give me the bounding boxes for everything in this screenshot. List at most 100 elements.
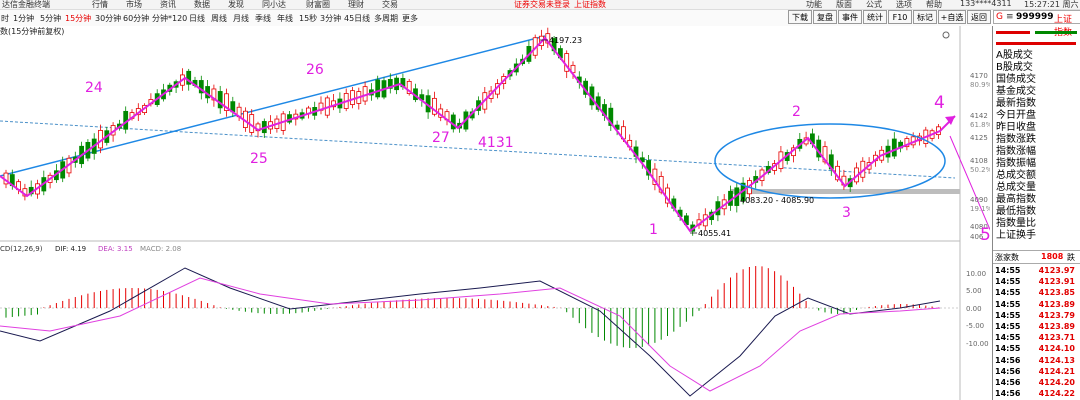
top-menu-bar: 达信金融终端 行情 市场 资讯 数据 发现 同小达 财富圈 理财 交易 证券交易… [0, 0, 1080, 10]
statistics-button[interactable]: 统计 [863, 10, 887, 24]
price-axis-label: 4125 [970, 134, 988, 142]
f10-button[interactable]: F10 [888, 10, 912, 24]
range-label: 4083.20 - 4085.90 [740, 196, 814, 205]
macd-dif: DIF: 4.19 [55, 245, 86, 253]
menu-item-tongxiaoda[interactable]: 同小达 [262, 0, 286, 10]
menu-item-news[interactable]: 资讯 [160, 0, 176, 10]
quote-field-label: 指数振幅 [996, 158, 1036, 169]
macd-axis-label: -5.00 [966, 322, 984, 330]
tick-time: 14:55 [995, 310, 1021, 320]
quote-field-label: A股成交 [996, 50, 1033, 61]
period-tab-month[interactable]: 月线 [233, 13, 249, 24]
candle-body [891, 138, 897, 157]
quote-field-label: 最低指数 [996, 206, 1036, 217]
red-bar-2 [996, 42, 1076, 45]
tick-time: 14:55 [995, 266, 1021, 275]
quote-field-label: 最高指数 [996, 194, 1036, 205]
period-tab-multi[interactable]: 多周期 [374, 13, 398, 24]
price-pane: 4170 80.9% 4142 61.8% 4125 4108 50.2% 40… [0, 26, 990, 400]
quote-field-label: 指数涨跌 [996, 134, 1036, 145]
tick-price: 4124.22 [1038, 389, 1075, 399]
menu-item-market[interactable]: 市场 [126, 0, 142, 10]
price-axis-label: 61.8% [970, 121, 990, 129]
tick-time: 14:55 [995, 333, 1021, 343]
price-axis-label: 19.1% [970, 205, 990, 213]
wave-label-25: 25 [250, 151, 268, 167]
settings-icon[interactable] [942, 31, 950, 39]
macd-dea: DEA: 3.15 [98, 245, 133, 253]
tick-price: 4123.71 [1038, 333, 1075, 343]
tick-price: 4123.85 [1038, 288, 1075, 298]
tick-time: 14:55 [995, 299, 1021, 309]
period-tab-year[interactable]: 年线 [277, 13, 293, 24]
wave-label-24: 24 [85, 80, 103, 96]
menu-function[interactable]: 功能 [806, 0, 822, 10]
quote-field-label: 基金成交 [996, 86, 1036, 97]
period-tab-45day[interactable]: 45日线 [344, 13, 370, 24]
period-tab[interactable]: 时 [1, 13, 9, 24]
quote-field-label: 指数量比 [996, 218, 1036, 229]
wave-label-26: 26 [306, 62, 324, 78]
period-tab-15sec[interactable]: 15秒 [299, 13, 317, 24]
menu-item-data[interactable]: 数据 [194, 0, 210, 10]
back-button[interactable]: 返回 [967, 10, 991, 24]
quote-field-label: 总成交额 [996, 170, 1036, 181]
tick-price: 4124.10 [1038, 344, 1075, 354]
updown-value: 1808 [1041, 252, 1064, 261]
add-watchlist-button[interactable]: +自选 [938, 10, 966, 24]
period-tab-day[interactable]: 日线 [189, 13, 205, 24]
code-box[interactable]: G ≡ 999999 上证指数 [993, 10, 1080, 38]
menu-help[interactable]: 帮助 [926, 0, 942, 10]
menu-item-discover[interactable]: 发现 [228, 0, 244, 10]
menu-item-finance[interactable]: 理财 [348, 0, 364, 10]
period-tab-week[interactable]: 周线 [211, 13, 227, 24]
price-axis-label: 4170 [970, 72, 988, 80]
period-tab-60min[interactable]: 60分钟 [123, 13, 149, 24]
menu-options[interactable]: 选项 [896, 0, 912, 10]
macd-value: MACD: 2.08 [140, 245, 181, 253]
quote-field-label: 指数涨幅 [996, 146, 1036, 157]
menu-item-wealth[interactable]: 财富圈 [306, 0, 330, 10]
stock-code: 999999 [1016, 12, 1054, 22]
menu-layout[interactable]: 版面 [836, 0, 852, 10]
period-tab-more[interactable]: 更多 [402, 13, 418, 24]
updown-label: 涨家数 [995, 253, 1019, 262]
login-notice[interactable]: 证券交易未登录 [514, 0, 570, 10]
red-bar [996, 31, 1030, 34]
stock-name: 上证指数 [1054, 15, 1073, 38]
wave-label-5: 5 [980, 225, 990, 245]
green-bar [1035, 31, 1077, 34]
macd-pane: CD(12,26,9) DIF: 4.19 DEA: 3.15 MACD: 2.… [0, 245, 989, 397]
tick-price: 4123.97 [1038, 266, 1075, 275]
tick-price: 4124.21 [1038, 366, 1075, 376]
quote-field-label: 国债成交 [996, 74, 1036, 85]
tick-time: 14:55 [995, 277, 1021, 287]
period-tab-30min[interactable]: 30分钟 [95, 13, 121, 24]
tick-time: 14:56 [995, 389, 1021, 399]
period-tab-quarter[interactable]: 季线 [255, 13, 271, 24]
period-tab-15min[interactable]: 15分钟 [65, 13, 91, 24]
menu-item-trade[interactable]: 交易 [382, 0, 398, 10]
mark-button[interactable]: 标记 [913, 10, 937, 24]
event-button[interactable]: 事件 [838, 10, 862, 24]
candle-body [375, 79, 381, 98]
price-axis-label: 4142 [970, 112, 988, 120]
macd-axis-label: 5.00 [966, 287, 982, 295]
menu-formula[interactable]: 公式 [866, 0, 882, 10]
replay-button[interactable]: 复盘 [813, 10, 837, 24]
period-tab-3min[interactable]: 3分钟 [320, 13, 341, 24]
wave-label-27: 27 [432, 130, 450, 146]
menu-item-quotes[interactable]: 行情 [92, 0, 108, 10]
candle-body [350, 90, 355, 105]
wave-label-2: 2 [792, 104, 801, 120]
download-button[interactable]: 下载 [788, 10, 812, 24]
period-tab-5min[interactable]: 5分钟 [40, 13, 61, 24]
price-axis-label: 80.9% [970, 81, 990, 89]
menu-icon[interactable]: ≡ [1006, 12, 1014, 22]
period-tab-1min[interactable]: 1分钟 [13, 13, 34, 24]
tick-time: 14:55 [995, 344, 1021, 354]
kline-chart[interactable]: 4170 80.9% 4142 61.8% 4125 4108 50.2% 40… [0, 26, 990, 400]
period-tab-120min[interactable]: 分钟*120 [152, 13, 187, 24]
tick-time: 14:56 [995, 355, 1021, 365]
tick-price: 4123.89 [1038, 299, 1075, 309]
